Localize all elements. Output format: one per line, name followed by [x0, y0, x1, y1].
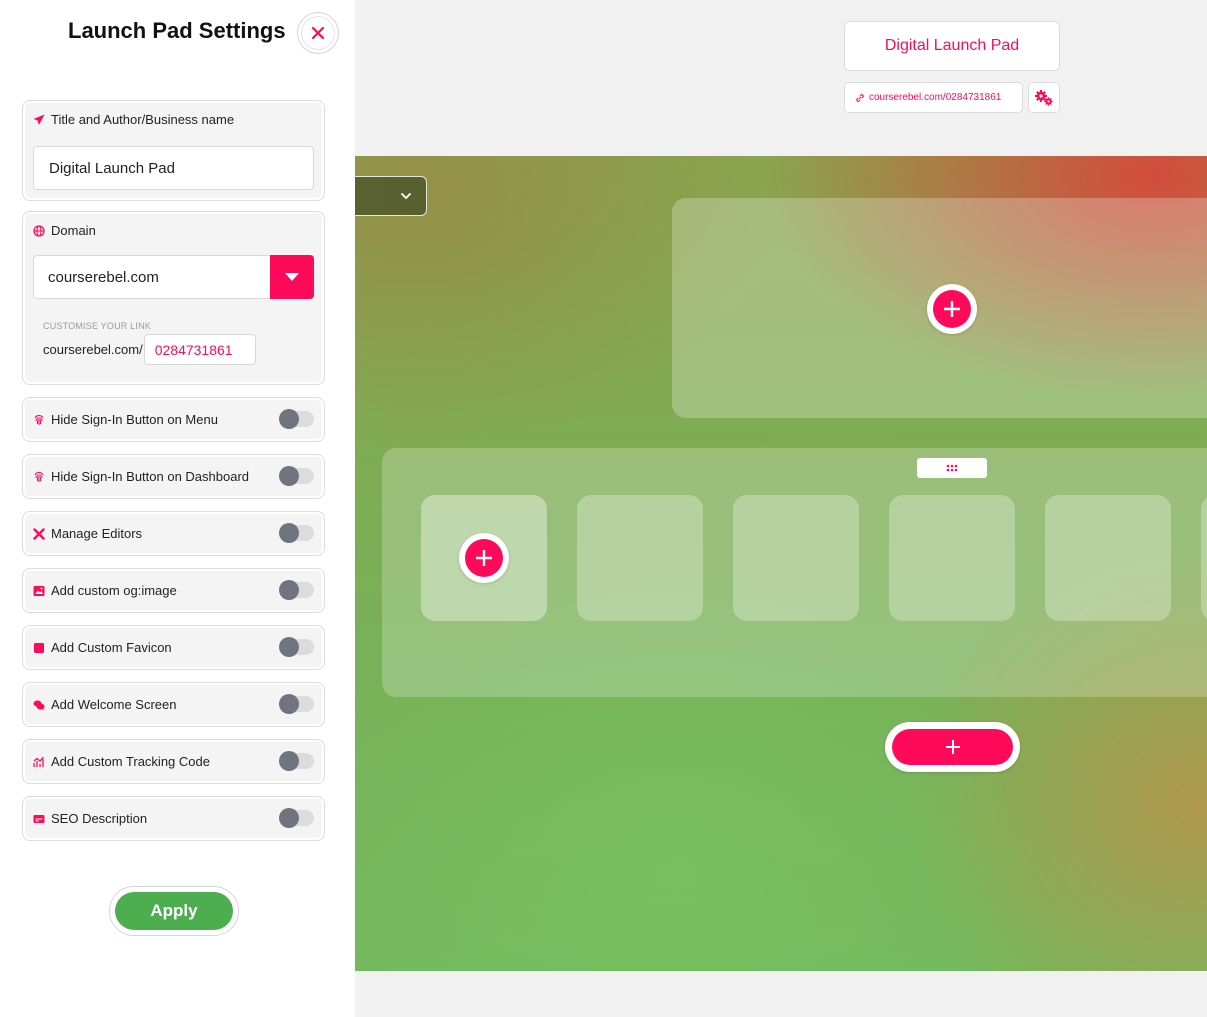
- domain-card: Domain courserebel.com CUSTOMISE YOUR LI…: [22, 211, 325, 385]
- option-label: Add Welcome Screen: [33, 683, 177, 726]
- caret-down-icon: [285, 272, 299, 281]
- option-label: Manage Editors: [33, 512, 142, 555]
- toggle-switch[interactable]: [279, 409, 314, 429]
- launchpad-link-text: courserebel.com/0284731861: [869, 92, 1002, 103]
- toggle-switch[interactable]: [279, 751, 314, 771]
- option-welcome-screen: Add Welcome Screen: [22, 682, 325, 727]
- tile-slot: [889, 495, 1015, 621]
- title-input[interactable]: Digital Launch Pad: [33, 146, 314, 190]
- option-label: Hide Sign-In Button on Dashboard: [33, 455, 249, 498]
- toggle-switch[interactable]: [279, 694, 314, 714]
- option-manage-editors: Manage Editors: [22, 511, 325, 556]
- option-label: Add Custom Favicon: [33, 626, 172, 669]
- view-dropdown[interactable]: [355, 176, 427, 216]
- toggle-switch[interactable]: [279, 466, 314, 486]
- option-label-text: Hide Sign-In Button on Dashboard: [51, 469, 250, 484]
- chart-icon: [33, 756, 44, 767]
- option-label: Hide Sign-In Button on Menu: [33, 398, 218, 441]
- close-button[interactable]: [297, 12, 339, 54]
- option-seo-description: SEO Description: [22, 796, 325, 841]
- option-custom-og-image: Add custom og:image: [22, 568, 325, 613]
- toggle-switch[interactable]: [279, 523, 314, 543]
- link-prefix: courserebel.com/: [43, 342, 143, 357]
- image-icon: [33, 585, 45, 596]
- close-icon: [311, 26, 325, 40]
- option-hide-signin-dashboard: Hide Sign-In Button on Dashboard: [22, 454, 325, 499]
- tile-slot: [577, 495, 703, 621]
- fingerprint-icon: [34, 414, 44, 425]
- option-label-text: SEO Description: [51, 811, 148, 826]
- custom-link-row: courserebel.com/ 0284731861: [43, 334, 256, 365]
- paper-plane-icon: [33, 114, 45, 125]
- apply-button[interactable]: Apply: [115, 892, 233, 930]
- title-card-label-text: Title and Author/Business name: [51, 112, 235, 127]
- title-card-label: Title and Author/Business name: [33, 112, 234, 127]
- option-tracking-code: Add Custom Tracking Code: [22, 739, 325, 784]
- toggle-switch[interactable]: [279, 808, 314, 828]
- add-tile-button[interactable]: [459, 533, 509, 583]
- hero-block: [672, 198, 1207, 418]
- fingerprint-icon: [34, 471, 44, 482]
- add-row-button[interactable]: [892, 729, 1013, 765]
- title-card: Title and Author/Business name Digital L…: [22, 100, 325, 201]
- chat-icon: [33, 700, 45, 710]
- card-icon: [33, 814, 45, 823]
- domain-card-label: Domain: [33, 223, 96, 238]
- option-hide-signin-menu: Hide Sign-In Button on Menu: [22, 397, 325, 442]
- gears-icon: [1035, 89, 1053, 106]
- option-label: Add custom og:image: [33, 569, 177, 612]
- tiles-block: [382, 448, 1207, 697]
- tile-slot: [1201, 495, 1207, 621]
- domain-dropdown-button[interactable]: [270, 255, 314, 299]
- globe-icon: [33, 224, 45, 237]
- option-custom-favicon: Add Custom Favicon: [22, 625, 325, 670]
- link-icon: [856, 93, 864, 102]
- launchpad-title[interactable]: Digital Launch Pad: [844, 21, 1060, 71]
- grip-icon: [946, 464, 958, 472]
- option-label-text: Add Custom Favicon: [51, 640, 172, 655]
- option-label: Add Custom Tracking Code: [33, 740, 210, 783]
- toggle-switch[interactable]: [279, 580, 314, 600]
- tile-slot[interactable]: [421, 495, 547, 621]
- square-icon: [34, 642, 44, 653]
- add-row-button-ring: [885, 722, 1020, 772]
- domain-select[interactable]: courserebel.com: [33, 255, 314, 299]
- domain-select-value: courserebel.com: [48, 268, 159, 286]
- option-label-text: Manage Editors: [51, 526, 143, 541]
- customise-link-hint: CUSTOMISE YOUR LINK: [43, 321, 151, 331]
- option-label-text: Add Custom Tracking Code: [51, 754, 210, 769]
- chevron-down-icon: [400, 192, 412, 200]
- settings-button[interactable]: [1028, 82, 1060, 113]
- tools-icon: [33, 527, 45, 540]
- tile-slot: [733, 495, 859, 621]
- launchpad-canvas: [355, 156, 1207, 971]
- plus-icon: [944, 301, 960, 317]
- plus-icon: [476, 550, 492, 566]
- slug-input[interactable]: 0284731861: [143, 334, 256, 365]
- settings-sidebar: Launch Pad Settings Title and Author/Bus…: [0, 0, 355, 1017]
- option-label: SEO Description: [33, 797, 147, 840]
- option-label-text: Add Welcome Screen: [51, 697, 177, 712]
- domain-label-text: Domain: [51, 223, 96, 238]
- option-label-text: Add custom og:image: [51, 583, 177, 598]
- launchpad-link[interactable]: courserebel.com/0284731861: [844, 82, 1023, 113]
- option-label-text: Hide Sign-In Button on Menu: [51, 412, 218, 427]
- sidebar-title: Launch Pad Settings: [68, 18, 286, 43]
- drag-handle[interactable]: [917, 458, 987, 478]
- plus-icon: [945, 740, 960, 754]
- toggle-switch[interactable]: [279, 637, 314, 657]
- tile-slot: [1045, 495, 1171, 621]
- add-hero-button[interactable]: [927, 284, 977, 334]
- apply-button-ring: Apply: [109, 886, 239, 936]
